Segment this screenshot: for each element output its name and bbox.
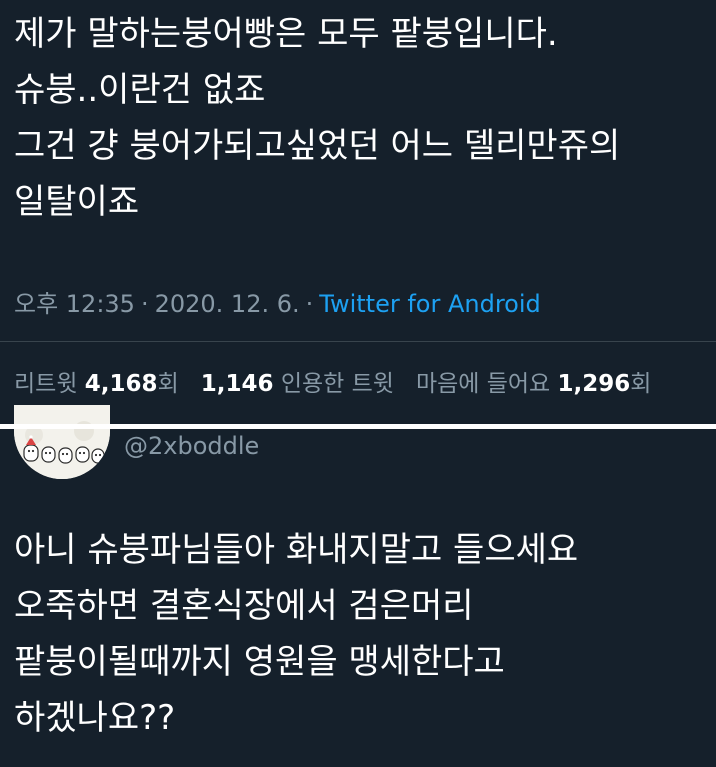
avatar[interactable] bbox=[14, 405, 110, 479]
tweet-source-link[interactable]: Twitter for Android bbox=[319, 290, 540, 318]
quotes-count: 1,146 bbox=[200, 371, 274, 397]
main-tweet: 제가 말하는붕어빵은 모두 팥붕입니다. 슈붕..이란건 없죠 그건 걍 붕어가… bbox=[0, 0, 716, 424]
reply-text-line: 하겠나요?? bbox=[14, 698, 176, 738]
meta-separator: · bbox=[305, 290, 314, 318]
likes-suffix: 회 bbox=[630, 371, 652, 397]
meta-separator: · bbox=[140, 290, 149, 318]
retweets-count: 4,168 bbox=[84, 371, 158, 397]
tweet-text-line: 제가 말하는붕어빵은 모두 팥붕입니다. bbox=[14, 14, 558, 54]
tweet-time: 오후 12:35 bbox=[14, 290, 135, 318]
likes-label: 마음에 들어요 bbox=[415, 371, 551, 397]
reply-text: 아니 슈붕파님들아 화내지말고 들으세요 오죽하면 결혼식장에서 검은머리 팥붕… bbox=[14, 522, 578, 746]
quotes-label: 인용한 트윗 bbox=[280, 371, 394, 397]
likes-count: 1,296 bbox=[557, 371, 631, 397]
tweet-text-line: 슈붕..이란건 없죠 bbox=[14, 70, 266, 110]
reply-text-line: 팥붕이될때까지 영원을 맹세한다고 bbox=[14, 642, 505, 682]
retweets-suffix: 회 bbox=[157, 371, 179, 397]
screenshot-separator bbox=[0, 424, 716, 429]
quotes-stat[interactable]: 1,146 인용한 트윗 bbox=[201, 371, 394, 397]
reply-text-line: 오죽하면 결혼식장에서 검은머리 bbox=[14, 586, 474, 626]
retweets-stat[interactable]: 리트윗 4,168회 bbox=[14, 371, 179, 397]
tweet-text-line: 그건 걍 붕어가되고싶었던 어느 델리만쥬의 bbox=[14, 126, 621, 166]
cartoon-avatar-icon bbox=[14, 405, 110, 479]
retweets-label: 리트윗 bbox=[14, 371, 78, 397]
tweet-meta: 오후 12:35 · 2020. 12. 6. · Twitter for Androi… bbox=[14, 284, 541, 319]
reply-handle[interactable]: @2xboddle bbox=[124, 432, 259, 460]
tweet-date[interactable]: 2020. 12. 6. bbox=[155, 290, 300, 318]
tweet-text: 제가 말하는붕어빵은 모두 팥붕입니다. 슈붕..이란건 없죠 그건 걍 붕어가… bbox=[14, 6, 620, 230]
tweet-text-line: 일탈이죠 bbox=[14, 182, 140, 222]
divider bbox=[0, 341, 716, 342]
reply-text-line: 아니 슈붕파님들아 화내지말고 들으세요 bbox=[14, 530, 579, 570]
likes-stat[interactable]: 마음에 들어요 1,296회 bbox=[416, 371, 652, 397]
tweet-stats: 리트윗 4,168회 1,146 인용한 트윗 마음에 들어요 1,296회 bbox=[14, 364, 651, 398]
